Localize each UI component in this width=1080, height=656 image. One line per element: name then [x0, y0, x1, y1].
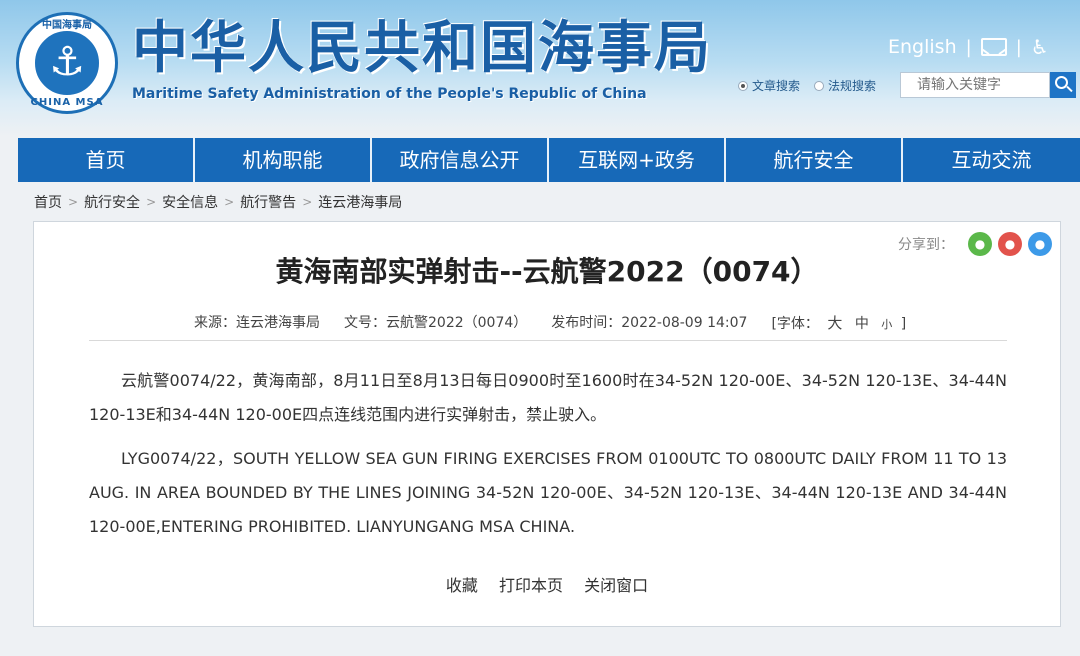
breadcrumb-item[interactable]: 航行安全 [84, 192, 140, 212]
nav-item-interaction[interactable]: 互动交流 [903, 138, 1080, 182]
radio-article-search[interactable]: 文章搜索 [738, 77, 800, 94]
english-link[interactable]: English [888, 36, 957, 58]
site-title-cn: 中华人民共和国海事局 [132, 16, 712, 81]
breadcrumb-separator: > [68, 195, 79, 209]
font-size-close: ] [900, 316, 907, 332]
mail-icon[interactable] [980, 38, 1007, 56]
divider [89, 340, 1007, 341]
accessibility-icon[interactable]: ♿ [1031, 35, 1049, 59]
radio-dot-icon [738, 80, 748, 91]
breadcrumb-item[interactable]: 连云港海事局 [318, 192, 402, 212]
breadcrumb-separator: > [146, 195, 157, 209]
breadcrumb-separator: > [302, 195, 313, 209]
search-options: 文章搜索 法规搜索 [738, 77, 876, 94]
radio-regulation-label: 法规搜索 [828, 79, 877, 93]
article-doc-number: 文号：云航警2022（0074） [344, 315, 528, 331]
search-button[interactable] [1050, 72, 1076, 98]
separator: | [965, 36, 972, 58]
anchor-icon: ⚓ [49, 39, 85, 85]
font-size-small[interactable]: 小 [881, 318, 892, 331]
logo-bottom-text: CHINA MSA [30, 97, 104, 108]
breadcrumb-item[interactable]: 安全信息 [162, 192, 218, 212]
favorite-link[interactable]: 收藏 [446, 576, 478, 595]
breadcrumb-item[interactable]: 首页 [34, 192, 62, 212]
close-window-link[interactable]: 关闭窗口 [584, 576, 648, 595]
radio-article-label: 文章搜索 [752, 79, 801, 93]
article-publish-time: 发布时间：2022-08-09 14:07 [551, 315, 748, 331]
search-input[interactable] [900, 72, 1050, 98]
paragraph-en: LYG0074/22，SOUTH YELLOW SEA GUN FIRING E… [89, 449, 1007, 536]
font-size-switcher: [字体： 大 中 小 ] [771, 312, 906, 333]
font-size-medium[interactable]: 中 [855, 316, 869, 332]
article-meta: 来源：连云港海事局 文号：云航警2022（0074） 发布时间：2022-08-… [194, 312, 906, 333]
msa-logo[interactable]: 中国海事局 ⚓ CHINA MSA [16, 12, 118, 114]
nav-item-gov-info[interactable]: 政府信息公开 [372, 138, 549, 182]
nav-item-home[interactable]: 首页 [18, 138, 195, 182]
nav-item-internet-gov[interactable]: 互联网+政务 [549, 138, 726, 182]
nav-item-functions[interactable]: 机构职能 [195, 138, 372, 182]
top-links: English | | ♿ [888, 34, 1049, 60]
nav-item-navigation-safety[interactable]: 航行安全 [726, 138, 903, 182]
paragraph-cn: 云航警0074/22，黄海南部，8月11日至8月13日每日0900时至1600时… [89, 371, 1007, 424]
separator: | [1015, 36, 1022, 58]
breadcrumb-separator: > [224, 195, 235, 209]
font-size-label: [字体： [771, 316, 819, 332]
radio-regulation-search[interactable]: 法规搜索 [814, 77, 876, 94]
site-header: 中国海事局 ⚓ CHINA MSA 中华人民共和国海事局 Maritime Sa… [0, 0, 1080, 136]
article-card: 分享到： ● ● ● 黄海南部实弹射击--云航警2022（0074） 来源：连云… [33, 221, 1061, 627]
site-title-en: Maritime Safety Administration of the Pe… [132, 86, 647, 102]
font-size-large[interactable]: 大 [827, 314, 842, 332]
article-source: 来源：连云港海事局 [194, 315, 320, 331]
article-title: 黄海南部实弹射击--云航警2022（0074） [275, 255, 819, 288]
article-body: 云航警0074/22，黄海南部，8月11日至8月13日每日0900时至1600时… [89, 364, 1007, 544]
breadcrumb-item[interactable]: 航行警告 [240, 192, 296, 212]
main-nav: 首页 机构职能 政府信息公开 互联网+政务 航行安全 互动交流 [18, 138, 1080, 182]
print-link[interactable]: 打印本页 [499, 576, 563, 595]
radio-dot-icon [814, 80, 825, 91]
article-actions: 收藏 打印本页 关闭窗口 [34, 572, 1060, 596]
breadcrumb: 首页 > 航行安全 > 安全信息 > 航行警告 > 连云港海事局 [34, 192, 402, 212]
